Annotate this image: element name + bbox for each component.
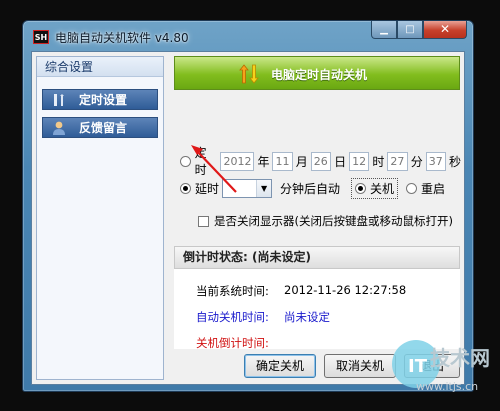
watermark-text: 技术网 (430, 346, 490, 370)
watermark-url: www.itjs.cn (416, 380, 479, 393)
svg-text:IT: IT (408, 356, 428, 377)
watermark: IT 技术网 www.itjs.cn (386, 330, 494, 404)
